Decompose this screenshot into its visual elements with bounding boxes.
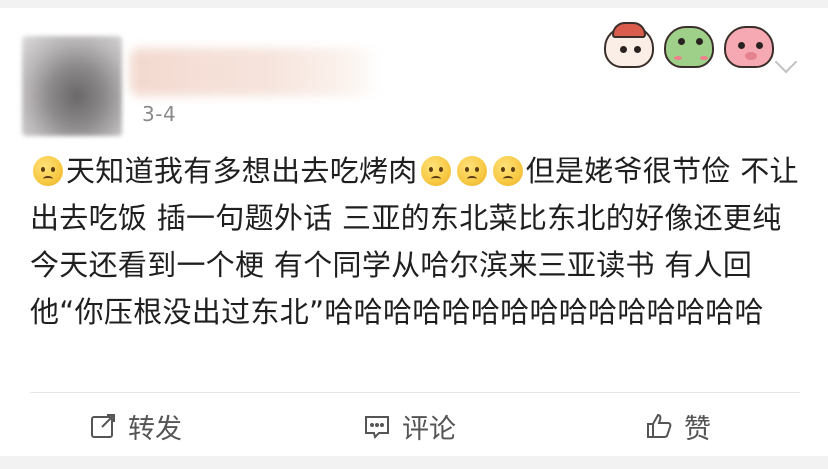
like-label: 赞 xyxy=(684,413,711,445)
sad-face-emoji-icon xyxy=(492,156,523,186)
post-card: 3-4 天知道我有多想出去吃烤肉 但是姥爷很节俭 不让出去吃饭 插一句题外话 三亚… xyxy=(0,8,828,456)
divider xyxy=(30,392,800,393)
comment-button[interactable]: 评论 xyxy=(362,406,456,446)
like-button[interactable]: 赞 xyxy=(644,406,711,446)
repost-icon xyxy=(91,414,115,438)
decoration-stickers xyxy=(604,22,774,70)
thumbs-up-icon xyxy=(647,413,672,438)
post-date: 3-4 xyxy=(142,102,177,126)
avatar[interactable] xyxy=(22,36,122,136)
repost-button[interactable]: 转发 xyxy=(88,406,182,446)
chevron-down-icon[interactable] xyxy=(774,50,798,74)
post-text-part-1: 天知道我有多想出去吃烤肉 xyxy=(66,154,418,188)
action-bar: 转发 评论 赞 xyxy=(0,400,828,456)
bird-sticker-icon xyxy=(604,22,654,68)
repost-label: 转发 xyxy=(128,413,182,445)
comment-label: 评论 xyxy=(402,413,456,445)
sad-face-emoji-icon xyxy=(456,156,487,186)
sad-face-emoji-icon xyxy=(420,156,451,186)
frog-sticker-icon xyxy=(664,26,714,68)
username-blurred[interactable] xyxy=(130,48,380,96)
sad-face-emoji-icon xyxy=(33,156,63,186)
comment-icon xyxy=(365,416,389,439)
post-text: 天知道我有多想出去吃烤肉 但是姥爷很节俭 不让出去吃饭 插一句题外话 三亚的东北菜… xyxy=(30,148,800,336)
pig-sticker-icon xyxy=(724,26,774,68)
